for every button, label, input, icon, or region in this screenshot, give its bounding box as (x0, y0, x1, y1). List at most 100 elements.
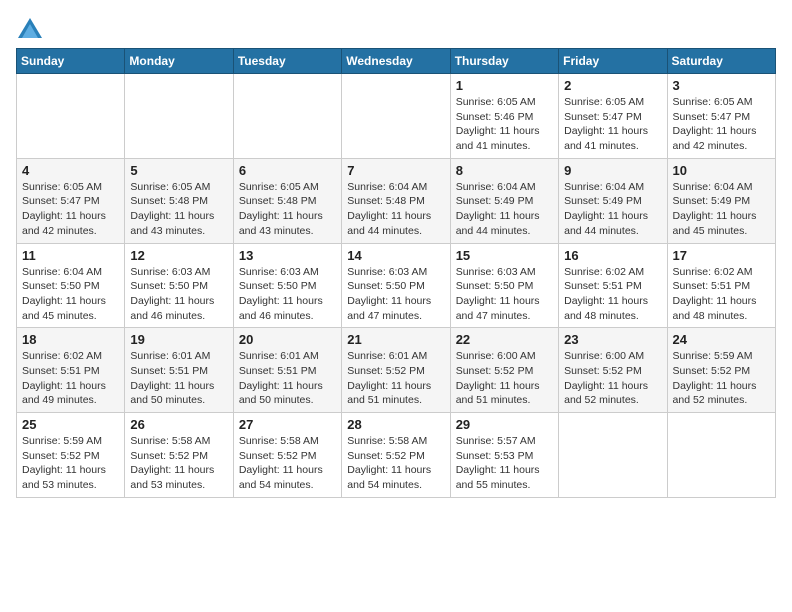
calendar-cell: 25 Sunrise: 5:59 AM Sunset: 5:52 PM Dayli… (17, 413, 125, 498)
calendar-cell (233, 74, 341, 159)
week-row-1: 1 Sunrise: 6:05 AM Sunset: 5:46 PM Daylig… (17, 74, 776, 159)
day-number: 20 (239, 332, 336, 347)
calendar-cell: 15Sunrise: 6:03 AM Sunset: 5:50 PM Dayli… (450, 243, 558, 328)
day-info: Sunrise: 6:03 AM Sunset: 5:50 PM Dayligh… (130, 265, 227, 324)
day-number: 18 (22, 332, 119, 347)
days-header-row: SundayMondayTuesdayWednesdayThursdayFrid… (17, 49, 776, 74)
day-info: Sunrise: 6:00 AM Sunset: 5:52 PM Dayligh… (456, 349, 553, 408)
day-info: Sunrise: 5:58 AM Sunset: 5:52 PM Dayligh… (347, 434, 444, 493)
day-number: 29 (456, 417, 553, 432)
calendar-cell: 10 Sunrise: 6:04 AM Sunset: 5:49 PM Dayli… (667, 158, 775, 243)
day-info: Sunrise: 6:00 AM Sunset: 5:52 PM Dayligh… (564, 349, 661, 408)
day-info: Sunrise: 6:05 AM Sunset: 5:47 PM Dayligh… (564, 95, 661, 154)
day-number: 15 (456, 248, 553, 263)
day-info: Sunrise: 6:02 AM Sunset: 5:51 PM Dayligh… (673, 265, 770, 324)
calendar-cell: 1 Sunrise: 6:05 AM Sunset: 5:46 PM Daylig… (450, 74, 558, 159)
calendar-cell: 12 Sunrise: 6:03 AM Sunset: 5:50 PM Dayli… (125, 243, 233, 328)
calendar-cell: 27 Sunrise: 5:58 AM Sunset: 5:52 PM Dayli… (233, 413, 341, 498)
day-number: 26 (130, 417, 227, 432)
calendar-cell: 22 Sunrise: 6:00 AM Sunset: 5:52 PM Dayli… (450, 328, 558, 413)
calendar-cell: 24 Sunrise: 5:59 AM Sunset: 5:52 PM Dayli… (667, 328, 775, 413)
day-number: 1 (456, 78, 553, 93)
week-row-3: 11 Sunrise: 6:04 AM Sunset: 5:50 PM Dayli… (17, 243, 776, 328)
day-number: 8 (456, 163, 553, 178)
day-info: Sunrise: 6:05 AM Sunset: 5:46 PM Dayligh… (456, 95, 553, 154)
calendar-cell: 2 Sunrise: 6:05 AM Sunset: 5:47 PM Daylig… (559, 74, 667, 159)
week-row-5: 25 Sunrise: 5:59 AM Sunset: 5:52 PM Dayli… (17, 413, 776, 498)
day-number: 24 (673, 332, 770, 347)
calendar-cell: 9Sunrise: 6:04 AM Sunset: 5:49 PM Daylig… (559, 158, 667, 243)
day-info: Sunrise: 6:03 AM Sunset: 5:50 PM Dayligh… (347, 265, 444, 324)
day-header-thursday: Thursday (450, 49, 558, 74)
day-header-wednesday: Wednesday (342, 49, 450, 74)
calendar-cell: 19 Sunrise: 6:01 AM Sunset: 5:51 PM Dayli… (125, 328, 233, 413)
day-info: Sunrise: 6:04 AM Sunset: 5:49 PM Dayligh… (564, 180, 661, 239)
day-number: 10 (673, 163, 770, 178)
day-number: 21 (347, 332, 444, 347)
day-number: 16 (564, 248, 661, 263)
day-number: 12 (130, 248, 227, 263)
day-header-sunday: Sunday (17, 49, 125, 74)
week-row-2: 4Sunrise: 6:05 AM Sunset: 5:47 PM Daylig… (17, 158, 776, 243)
calendar-cell: 6 Sunrise: 6:05 AM Sunset: 5:48 PM Daylig… (233, 158, 341, 243)
calendar-cell: 18 Sunrise: 6:02 AM Sunset: 5:51 PM Dayli… (17, 328, 125, 413)
day-number: 19 (130, 332, 227, 347)
calendar-cell (125, 74, 233, 159)
day-number: 22 (456, 332, 553, 347)
day-number: 25 (22, 417, 119, 432)
day-number: 13 (239, 248, 336, 263)
week-row-4: 18 Sunrise: 6:02 AM Sunset: 5:51 PM Dayli… (17, 328, 776, 413)
calendar-cell: 3 Sunrise: 6:05 AM Sunset: 5:47 PM Daylig… (667, 74, 775, 159)
calendar-cell (342, 74, 450, 159)
calendar-cell: 20Sunrise: 6:01 AM Sunset: 5:51 PM Dayli… (233, 328, 341, 413)
day-info: Sunrise: 6:03 AM Sunset: 5:50 PM Dayligh… (239, 265, 336, 324)
calendar-cell: 26 Sunrise: 5:58 AM Sunset: 5:52 PM Dayli… (125, 413, 233, 498)
day-info: Sunrise: 5:59 AM Sunset: 5:52 PM Dayligh… (22, 434, 119, 493)
calendar-cell (17, 74, 125, 159)
page-header (16, 16, 776, 44)
calendar-cell: 21 Sunrise: 6:01 AM Sunset: 5:52 PM Dayli… (342, 328, 450, 413)
calendar-cell: 14 Sunrise: 6:03 AM Sunset: 5:50 PM Dayli… (342, 243, 450, 328)
day-header-friday: Friday (559, 49, 667, 74)
day-number: 7 (347, 163, 444, 178)
day-info: Sunrise: 5:58 AM Sunset: 5:52 PM Dayligh… (130, 434, 227, 493)
day-number: 23 (564, 332, 661, 347)
calendar-cell: 29Sunrise: 5:57 AM Sunset: 5:53 PM Dayli… (450, 413, 558, 498)
day-info: Sunrise: 6:05 AM Sunset: 5:48 PM Dayligh… (239, 180, 336, 239)
day-info: Sunrise: 6:04 AM Sunset: 5:50 PM Dayligh… (22, 265, 119, 324)
calendar-cell: 5 Sunrise: 6:05 AM Sunset: 5:48 PM Daylig… (125, 158, 233, 243)
day-number: 5 (130, 163, 227, 178)
calendar-cell (667, 413, 775, 498)
day-number: 14 (347, 248, 444, 263)
day-info: Sunrise: 6:04 AM Sunset: 5:48 PM Dayligh… (347, 180, 444, 239)
calendar-cell: 16 Sunrise: 6:02 AM Sunset: 5:51 PM Dayli… (559, 243, 667, 328)
calendar-cell: 4Sunrise: 6:05 AM Sunset: 5:47 PM Daylig… (17, 158, 125, 243)
day-info: Sunrise: 6:02 AM Sunset: 5:51 PM Dayligh… (564, 265, 661, 324)
calendar-cell: 7 Sunrise: 6:04 AM Sunset: 5:48 PM Daylig… (342, 158, 450, 243)
day-info: Sunrise: 6:02 AM Sunset: 5:51 PM Dayligh… (22, 349, 119, 408)
calendar-cell: 28Sunrise: 5:58 AM Sunset: 5:52 PM Dayli… (342, 413, 450, 498)
day-info: Sunrise: 6:01 AM Sunset: 5:51 PM Dayligh… (130, 349, 227, 408)
day-number: 27 (239, 417, 336, 432)
calendar-cell: 8 Sunrise: 6:04 AM Sunset: 5:49 PM Daylig… (450, 158, 558, 243)
day-number: 3 (673, 78, 770, 93)
day-header-saturday: Saturday (667, 49, 775, 74)
day-number: 6 (239, 163, 336, 178)
calendar-cell (559, 413, 667, 498)
day-info: Sunrise: 6:05 AM Sunset: 5:48 PM Dayligh… (130, 180, 227, 239)
day-info: Sunrise: 6:04 AM Sunset: 5:49 PM Dayligh… (456, 180, 553, 239)
day-info: Sunrise: 6:01 AM Sunset: 5:52 PM Dayligh… (347, 349, 444, 408)
calendar-cell: 17Sunrise: 6:02 AM Sunset: 5:51 PM Dayli… (667, 243, 775, 328)
day-info: Sunrise: 6:05 AM Sunset: 5:47 PM Dayligh… (673, 95, 770, 154)
day-info: Sunrise: 5:58 AM Sunset: 5:52 PM Dayligh… (239, 434, 336, 493)
day-number: 2 (564, 78, 661, 93)
calendar-cell: 11 Sunrise: 6:04 AM Sunset: 5:50 PM Dayli… (17, 243, 125, 328)
day-number: 11 (22, 248, 119, 263)
day-number: 4 (22, 163, 119, 178)
day-info: Sunrise: 6:04 AM Sunset: 5:49 PM Dayligh… (673, 180, 770, 239)
calendar-cell: 23 Sunrise: 6:00 AM Sunset: 5:52 PM Dayli… (559, 328, 667, 413)
logo-icon (16, 16, 44, 44)
calendar-table: SundayMondayTuesdayWednesdayThursdayFrid… (16, 48, 776, 498)
logo (16, 16, 48, 44)
day-info: Sunrise: 5:59 AM Sunset: 5:52 PM Dayligh… (673, 349, 770, 408)
